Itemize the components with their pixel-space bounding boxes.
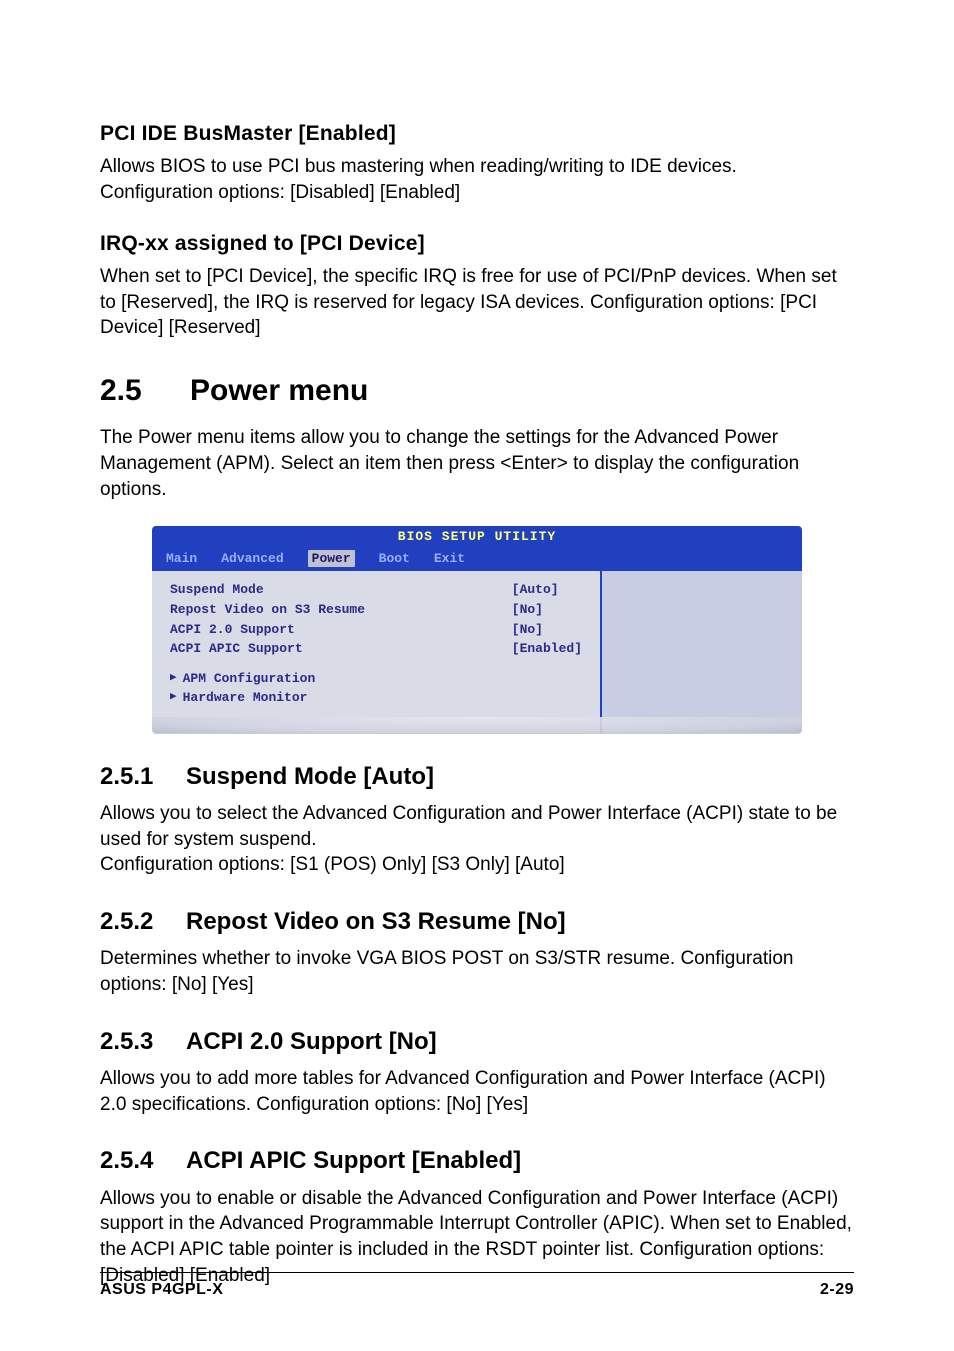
bios-row-label[interactable]: ACPI APIC Support (170, 640, 494, 658)
subsection-number: 2.5.2 (100, 906, 186, 938)
para-irq: When set to [PCI Device], the specific I… (100, 264, 854, 341)
subsection-title: 2.5.2Repost Video on S3 Resume [No] (100, 906, 854, 938)
section-name: Power menu (190, 374, 368, 407)
section-intro: The Power menu items allow you to change… (100, 425, 854, 502)
page-footer: ASUS P4GPL-X 2-29 (100, 1272, 854, 1301)
bios-title: BIOS SETUP UTILITY (152, 526, 802, 548)
bios-screenshot: BIOS SETUP UTILITY Main Advanced Power B… (152, 526, 802, 732)
footer-product: ASUS P4GPL-X (100, 1279, 223, 1301)
subsection-body: Allows you to select the Advanced Config… (100, 801, 854, 878)
section-title: 2.5Power menu (100, 371, 854, 412)
para-pci-ide: Allows BIOS to use PCI bus mastering whe… (100, 154, 854, 205)
footer-page-number: 2-29 (820, 1279, 854, 1301)
subsection-title: 2.5.4ACPI APIC Support [Enabled] (100, 1145, 854, 1177)
subsection-name: ACPI 2.0 Support [No] (186, 1028, 437, 1055)
bios-tab-advanced[interactable]: Advanced (221, 550, 283, 568)
bios-row-value[interactable]: [Auto] (512, 581, 582, 599)
subsection-number: 2.5.4 (100, 1145, 186, 1177)
subsection-body: Allows you to add more tables for Advanc… (100, 1066, 854, 1117)
subsection-name: ACPI APIC Support [Enabled] (186, 1147, 521, 1174)
bios-submenu-label: Hardware Monitor (183, 689, 308, 707)
subsection-name: Suspend Mode [Auto] (186, 763, 434, 790)
bios-tab-boot[interactable]: Boot (379, 550, 410, 568)
bios-submenu[interactable]: ▶ APM Configuration (170, 670, 582, 688)
bios-row-label[interactable]: Suspend Mode (170, 581, 494, 599)
bios-tab-exit[interactable]: Exit (434, 550, 465, 568)
heading-irq: IRQ-xx assigned to [PCI Device] (100, 230, 854, 258)
subsection-number: 2.5.1 (100, 761, 186, 793)
section-number: 2.5 (100, 371, 190, 412)
triangle-right-icon: ▶ (170, 690, 177, 705)
bios-row-value[interactable]: [Enabled] (512, 640, 582, 658)
bios-tabs: Main Advanced Power Boot Exit (152, 548, 802, 572)
heading-pci-ide: PCI IDE BusMaster [Enabled] (100, 120, 854, 148)
bios-submenu[interactable]: ▶ Hardware Monitor (170, 689, 582, 707)
triangle-right-icon: ▶ (170, 671, 177, 686)
subsection-body: Determines whether to invoke VGA BIOS PO… (100, 946, 854, 997)
subsection-title: 2.5.3ACPI 2.0 Support [No] (100, 1026, 854, 1058)
bios-settings-pane: Suspend Mode [Auto] Repost Video on S3 R… (152, 571, 602, 732)
bios-row-label[interactable]: Repost Video on S3 Resume (170, 601, 494, 619)
bios-row-value[interactable]: [No] (512, 621, 582, 639)
bios-help-pane (602, 571, 802, 732)
bios-tab-main[interactable]: Main (166, 550, 197, 568)
subsection-title: 2.5.1Suspend Mode [Auto] (100, 761, 854, 793)
bios-submenu-label: APM Configuration (183, 670, 316, 688)
subsection-name: Repost Video on S3 Resume [No] (186, 908, 566, 935)
subsection-number: 2.5.3 (100, 1026, 186, 1058)
bios-body: Suspend Mode [Auto] Repost Video on S3 R… (152, 571, 802, 732)
bios-tab-power[interactable]: Power (308, 550, 355, 568)
bios-row-label[interactable]: ACPI 2.0 Support (170, 621, 494, 639)
bios-row-value[interactable]: [No] (512, 601, 582, 619)
